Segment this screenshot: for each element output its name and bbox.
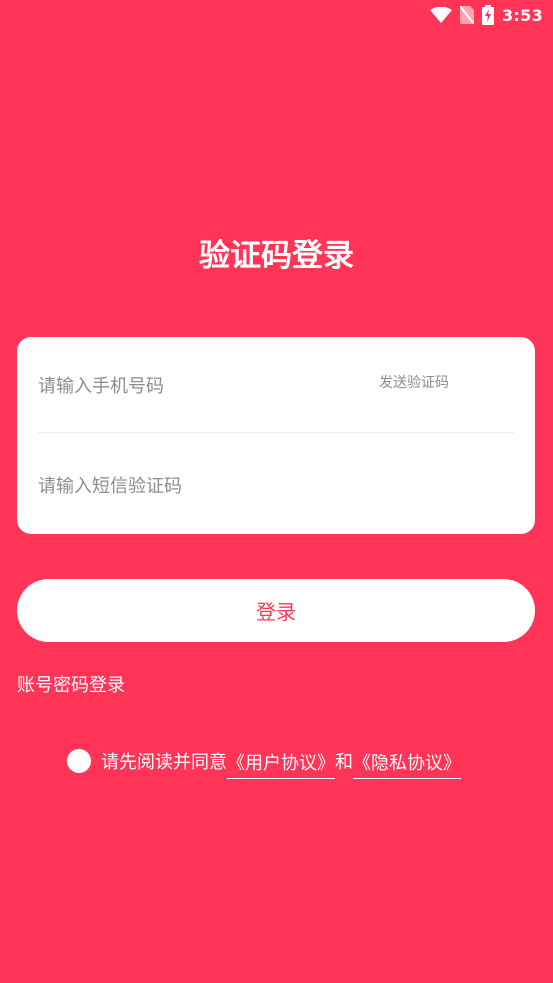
privacy-policy-link[interactable]: 《隐私协议》 xyxy=(353,749,461,779)
sms-code-input[interactable]: 请输入短信验证码 xyxy=(38,472,182,498)
agreement-and: 和 xyxy=(335,752,353,773)
agreement-row: 请先阅读并同意 《用户协议》 和 《隐私协议》 xyxy=(67,746,461,779)
status-icons: 3:53 xyxy=(430,4,543,26)
status-bar: 3:53 xyxy=(0,0,553,30)
user-agreement-link[interactable]: 《用户协议》 xyxy=(227,749,335,779)
password-login-link[interactable]: 账号密码登录 xyxy=(17,671,125,697)
phone-input[interactable]: 请输入手机号码 xyxy=(38,372,164,398)
wifi-icon xyxy=(430,7,452,23)
status-time: 3:53 xyxy=(502,5,543,25)
login-button[interactable]: 登录 xyxy=(17,579,535,642)
no-sim-icon xyxy=(460,6,474,24)
login-form-card: 请输入手机号码 发送验证码 请输入短信验证码 xyxy=(17,337,535,534)
field-divider xyxy=(38,432,514,433)
page-title: 验证码登录 xyxy=(199,238,354,274)
battery-charging-icon xyxy=(482,5,494,25)
agreement-prefix: 请先阅读并同意 xyxy=(101,752,227,773)
agreement-checkbox[interactable] xyxy=(67,749,91,773)
send-code-button[interactable]: 发送验证码 xyxy=(379,372,449,392)
